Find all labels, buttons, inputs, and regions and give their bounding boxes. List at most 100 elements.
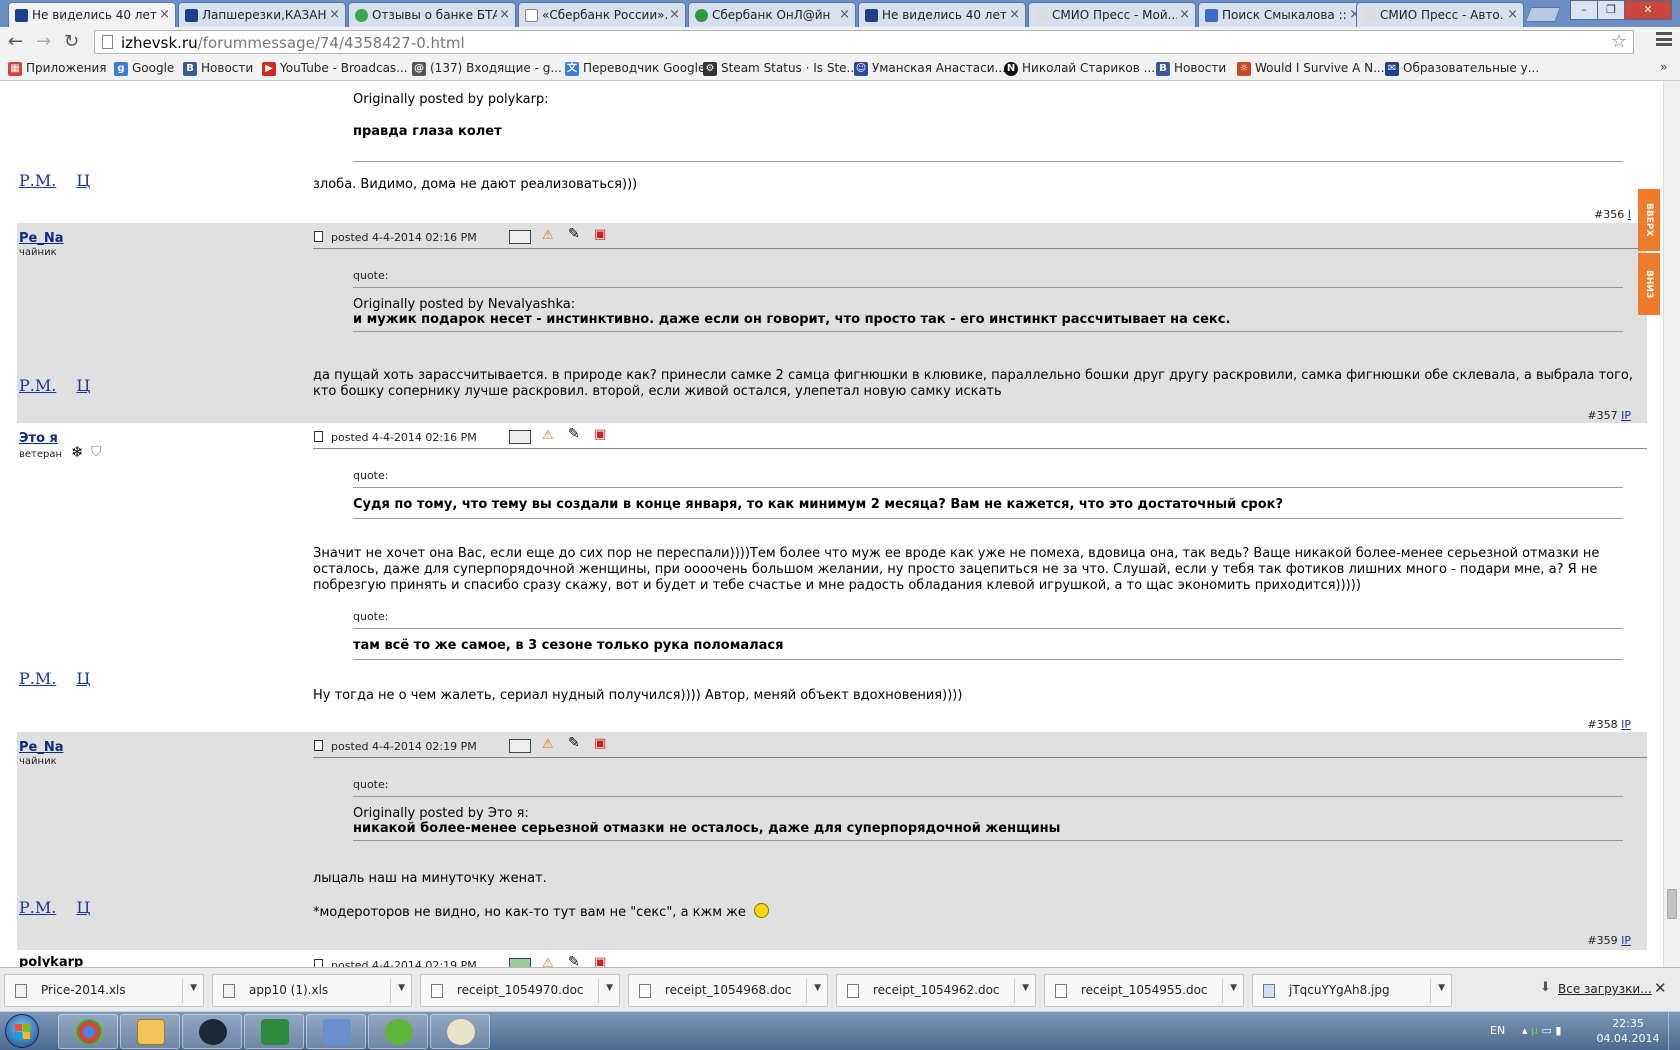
profile-icon[interactable] [509, 958, 531, 967]
c-link[interactable]: Ц [76, 171, 90, 190]
tab-close-icon[interactable]: × [839, 7, 850, 22]
bookmark-3[interactable]: ▶ YouTube - Broadcas... [262, 61, 408, 76]
bookmark-star-icon[interactable]: ☆ [1611, 31, 1627, 52]
tab-8[interactable]: СМИО Пресс - Авто... × [1356, 2, 1524, 27]
chevron-down-icon[interactable]: ▼ [814, 983, 821, 993]
edit-icon[interactable]: ✎ [568, 954, 590, 967]
edit-icon[interactable]: ✎ [568, 226, 590, 242]
tab-close-icon[interactable]: × [669, 7, 680, 22]
start-button[interactable] [5, 1014, 39, 1048]
scrollbar-thumb[interactable] [1667, 889, 1677, 919]
warning-icon[interactable]: ⚠ [542, 956, 564, 967]
scroll-to-bottom-button[interactable]: ВНИЗ [1638, 253, 1660, 315]
chevron-down-icon[interactable]: ▼ [398, 983, 405, 993]
show-desktop-button[interactable] [1668, 1012, 1680, 1050]
close-downloads-icon[interactable]: ✕ [1654, 979, 1667, 997]
download-item[interactable]: app10 (1).xls ▼ [212, 974, 412, 1007]
scroll-to-top-button[interactable]: ВВЕРХ [1638, 189, 1660, 251]
warning-icon[interactable]: ⚠ [542, 428, 564, 443]
tab-0[interactable]: Не виделись 40 лет... × [8, 2, 176, 28]
profile-icon[interactable] [509, 230, 531, 244]
c-link[interactable]: Ц [76, 669, 90, 688]
tab-5[interactable]: Не виделись 40 лет... × [858, 2, 1026, 27]
warning-icon[interactable]: ⚠ [542, 737, 564, 752]
warning-icon[interactable]: ⚠ [542, 228, 564, 243]
bookmark-4[interactable]: @ (137) Входящие - g... [412, 61, 562, 76]
ip-link[interactable]: IP [1621, 718, 1631, 731]
tab-close-icon[interactable]: × [499, 7, 510, 22]
bookmark-5[interactable]: 文 Переводчик Google [565, 61, 705, 76]
taskbar-excel[interactable] [244, 1014, 304, 1049]
tab-close-icon[interactable]: × [329, 7, 340, 22]
post-author[interactable]: Pe_Na [19, 231, 64, 246]
reply-quote-icon[interactable]: ▣ [594, 227, 616, 242]
vertical-scrollbar[interactable] [1663, 81, 1680, 967]
new-tab-button[interactable] [1525, 7, 1561, 22]
reply-quote-icon[interactable]: ▣ [594, 736, 616, 751]
tab-close-icon[interactable]: × [1009, 7, 1020, 22]
taskbar-steam[interactable] [182, 1014, 242, 1049]
rm-link[interactable]: Р.М. [19, 171, 56, 190]
edit-icon[interactable]: ✎ [568, 426, 590, 442]
bookmark-10[interactable]: ☼ Would I Survive A N... [1237, 61, 1385, 76]
tab-close-icon[interactable]: × [1507, 7, 1518, 22]
c-link[interactable]: Ц [76, 376, 90, 395]
language-indicator[interactable]: EN [1490, 1024, 1505, 1037]
bookmark-9[interactable]: B Новости [1156, 61, 1226, 76]
tab-2[interactable]: Отзывы о банке БТА... × [348, 2, 516, 27]
ip-link[interactable]: IP [1621, 934, 1631, 947]
tab-7[interactable]: Поиск Смыкалова ::... × [1198, 2, 1366, 27]
tab-6[interactable]: СМИО Пресс - Мой... × [1028, 2, 1196, 27]
edit-icon[interactable]: ✎ [568, 735, 590, 751]
tab-close-icon[interactable]: × [1179, 7, 1190, 22]
c-link[interactable]: Ц [76, 898, 90, 917]
profile-icon[interactable] [509, 430, 531, 444]
minimize-button[interactable]: – [1570, 0, 1598, 20]
download-item[interactable]: Price-2014.xls ▼ [4, 974, 204, 1007]
bookmark-8[interactable]: N Николай Стариков ... [1004, 61, 1155, 76]
chevron-down-icon[interactable]: ▼ [606, 983, 613, 993]
profile-icon[interactable] [509, 739, 531, 753]
taskbar-chrome[interactable] [58, 1014, 118, 1049]
rm-link[interactable]: Р.М. [19, 669, 56, 688]
reload-icon[interactable]: ↻ [64, 31, 79, 52]
chrome-menu-icon[interactable] [1656, 32, 1672, 46]
tab-4[interactable]: Сбербанк ОнЛ@йн × [688, 2, 856, 27]
taskbar-search-app[interactable] [306, 1014, 366, 1049]
ip-link[interactable]: I [1628, 208, 1631, 221]
bookmark-1[interactable]: g Google [114, 61, 174, 76]
download-item[interactable]: receipt_1054970.doc ▼ [420, 974, 620, 1007]
post-author[interactable]: Pe_Na [19, 740, 64, 755]
rm-link[interactable]: Р.М. [19, 376, 56, 395]
chevron-down-icon[interactable]: ▼ [1022, 983, 1029, 993]
reply-quote-icon[interactable]: ▣ [594, 427, 616, 442]
bookmark-2[interactable]: B Новости [183, 61, 253, 76]
system-clock[interactable]: 22:35 04.04.2014 [1596, 1016, 1660, 1046]
taskbar-paint[interactable] [430, 1014, 490, 1049]
tab-close-icon[interactable]: × [159, 7, 170, 22]
bookmark-11[interactable]: ✉ Образовательные у... [1385, 61, 1539, 76]
tray-icons[interactable]: ▴ µ ▭ ▮ [1522, 1024, 1561, 1037]
close-window-button[interactable]: ✕ [1624, 0, 1672, 20]
download-item[interactable]: receipt_1054955.doc ▼ [1044, 974, 1244, 1007]
chevron-down-icon[interactable]: ▼ [1438, 983, 1445, 993]
tab-1[interactable]: Лапшерезки,КАЗАНЬ... × [178, 2, 346, 27]
all-downloads-link[interactable]: Все загрузки... [1558, 982, 1652, 996]
download-item[interactable]: receipt_1054968.doc ▼ [628, 974, 828, 1007]
chevron-down-icon[interactable]: ▼ [1230, 983, 1237, 993]
taskbar-utorrent[interactable] [368, 1014, 428, 1049]
post-author[interactable]: polykarp [19, 955, 83, 967]
back-icon[interactable]: ← [8, 31, 23, 52]
reply-quote-icon[interactable]: ▣ [594, 955, 616, 967]
bookmark-6[interactable]: ⚙ Steam Status · Is Ste... [703, 61, 858, 76]
rm-link[interactable]: Р.М. [19, 898, 56, 917]
taskbar-explorer[interactable] [120, 1014, 180, 1049]
download-item[interactable]: receipt_1054962.doc ▼ [836, 974, 1036, 1007]
bookmark-7[interactable]: ☺ Уманская Анастаси... [854, 61, 1006, 76]
address-bar[interactable]: izhevsk.ru/forummessage/74/4358427-0.htm… [94, 30, 1634, 54]
tab-3[interactable]: «Сбербанк России»... × [518, 2, 686, 27]
bookmark-0[interactable]: ▦ Приложения [8, 61, 107, 76]
chevron-down-icon[interactable]: ▼ [190, 983, 197, 993]
post-author[interactable]: Это я [19, 431, 58, 446]
forward-icon[interactable]: → [36, 31, 51, 52]
